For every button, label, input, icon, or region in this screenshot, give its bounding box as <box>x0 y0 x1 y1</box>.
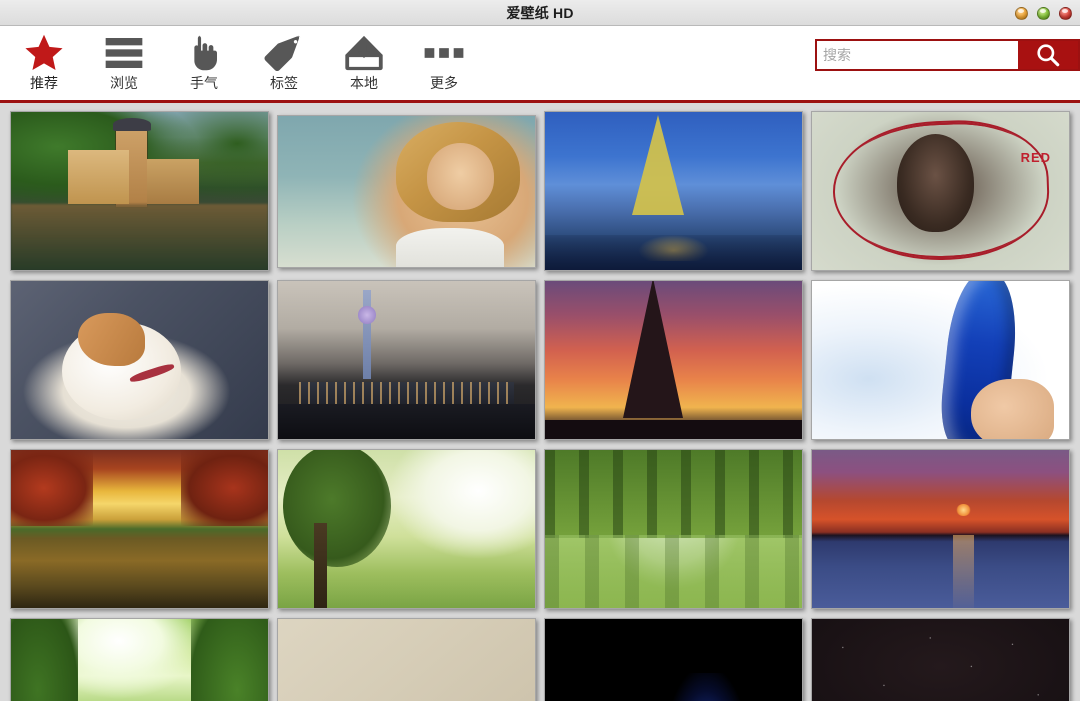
red-caption: RED <box>1020 149 1052 165</box>
nav-label-more: 更多 <box>430 75 458 91</box>
eiffel-glow <box>637 235 710 261</box>
wallpaper-thumb[interactable] <box>277 449 536 609</box>
castle-body <box>67 149 130 204</box>
close-button[interactable] <box>1059 6 1072 20</box>
list-icon <box>104 33 144 73</box>
wallpaper-thumb[interactable] <box>544 280 803 440</box>
castle-water <box>11 203 268 270</box>
maximize-button[interactable] <box>1037 6 1050 20</box>
wallpaper-art-calligraphy: 坚持 <box>278 619 535 701</box>
wallpaper-thumb[interactable]: King of Pop <box>544 618 803 701</box>
wallpaper-thumb[interactable] <box>811 449 1070 609</box>
wallpaper-art-blue-bottle <box>812 281 1069 439</box>
wallpaper-art-autumn <box>11 450 268 608</box>
nav-label-recommend: 推荐 <box>30 75 58 91</box>
search-icon <box>1037 44 1060 67</box>
window-controls <box>1015 0 1072 26</box>
ellipsis-icon <box>423 33 465 73</box>
wallpaper-art-tree-avenue <box>545 450 802 608</box>
nav-label-tags: 标签 <box>270 75 298 91</box>
hand-shape <box>971 378 1054 439</box>
wallpaper-cell[interactable]: RED <box>807 109 1074 278</box>
wallpaper-cell[interactable]: King of Pop <box>540 616 807 701</box>
wallpaper-grid: RED <box>0 103 1080 701</box>
search-input[interactable] <box>817 41 1018 69</box>
wallpaper-art-castle <box>11 112 268 270</box>
main-nav: 推荐 浏览 手气 标签 本地 更多 <box>0 26 484 100</box>
wallpaper-cell[interactable] <box>807 278 1074 447</box>
nav-label-lucky: 手气 <box>190 75 218 91</box>
wallpaper-thumb[interactable]: RED <box>811 111 1070 271</box>
wallpaper-thumb[interactable] <box>277 115 536 268</box>
wallpaper-cell[interactable] <box>540 278 807 447</box>
castle-wing <box>147 159 199 204</box>
wallpaper-cell[interactable] <box>273 447 540 616</box>
wallpaper-art-red-string: RED <box>812 112 1069 270</box>
wallpaper-cell[interactable] <box>540 447 807 616</box>
search-button[interactable] <box>1018 41 1078 69</box>
nav-item-more[interactable]: 更多 <box>404 26 484 100</box>
wallpaper-thumb[interactable] <box>10 280 269 440</box>
wallpaper-art-shanghai <box>278 281 535 439</box>
pearl-tower-sphere <box>357 306 376 324</box>
window-title: 爱壁纸 HD <box>506 4 574 21</box>
wallpaper-cell[interactable] <box>6 109 273 278</box>
nav-item-local[interactable]: 本地 <box>324 26 404 100</box>
wallpaper-cell[interactable] <box>273 109 540 278</box>
wallpaper-cell[interactable] <box>273 278 540 447</box>
tag-icon <box>263 33 305 73</box>
wallpaper-thumb[interactable]: 坚持 <box>277 618 536 701</box>
wallpaper-art-king-of-pop: King of Pop <box>545 619 802 701</box>
nav-item-lucky[interactable]: 手气 <box>164 26 244 100</box>
wallpaper-thumb[interactable] <box>811 280 1070 440</box>
wallpaper-thumb[interactable] <box>544 449 803 609</box>
nav-item-browse[interactable]: 浏览 <box>84 26 164 100</box>
wallpaper-cell[interactable] <box>540 109 807 278</box>
star-icon <box>22 33 66 73</box>
portrait-face <box>427 143 494 210</box>
toolbar: 推荐 浏览 手气 标签 本地 更多 搜索 <box>0 26 1080 103</box>
search-bar <box>815 39 1080 71</box>
star-field <box>812 619 1069 701</box>
wallpaper-art-eiffel-night <box>545 112 802 270</box>
wallpaper-cell[interactable] <box>6 278 273 447</box>
wallpaper-art-sunset-lake <box>812 450 1069 608</box>
wallpaper-cell[interactable] <box>6 447 273 616</box>
nav-label-browse: 浏览 <box>110 75 138 91</box>
wallpaper-cell[interactable] <box>807 616 1074 701</box>
wallpaper-cell[interactable]: 坚持 <box>273 616 540 701</box>
wallpaper-thumb[interactable] <box>10 111 269 271</box>
wallpaper-cell[interactable] <box>807 447 1074 616</box>
title-bar: 爱壁纸 HD <box>0 0 1080 26</box>
nav-item-tags[interactable]: 标签 <box>244 26 324 100</box>
wallpaper-art-waterfall <box>11 619 268 701</box>
skyline-lights <box>298 382 515 411</box>
wallpaper-thumb[interactable] <box>10 618 269 701</box>
minimize-button[interactable] <box>1015 6 1028 20</box>
nav-label-local: 本地 <box>350 75 378 91</box>
wallpaper-thumb[interactable] <box>10 449 269 609</box>
red-string-web <box>830 117 1051 265</box>
wallpaper-art-eiffel-sunset <box>545 281 802 439</box>
wallpaper-art-portrait <box>278 116 535 267</box>
wallpaper-thumb[interactable] <box>811 618 1070 701</box>
cat-collar <box>129 362 176 385</box>
hand-pointer-icon <box>186 33 222 73</box>
download-tray-icon <box>343 33 385 73</box>
wallpaper-art-cat <box>11 281 268 439</box>
calligraphy-text: 坚持 <box>373 695 441 701</box>
wallpaper-art-planets <box>812 619 1069 701</box>
nav-item-recommend[interactable]: 推荐 <box>4 26 84 100</box>
wallpaper-thumb[interactable] <box>544 111 803 271</box>
wallpaper-art-meadow <box>278 450 535 608</box>
wallpaper-thumb[interactable] <box>277 280 536 440</box>
wallpaper-cell[interactable] <box>6 616 273 701</box>
